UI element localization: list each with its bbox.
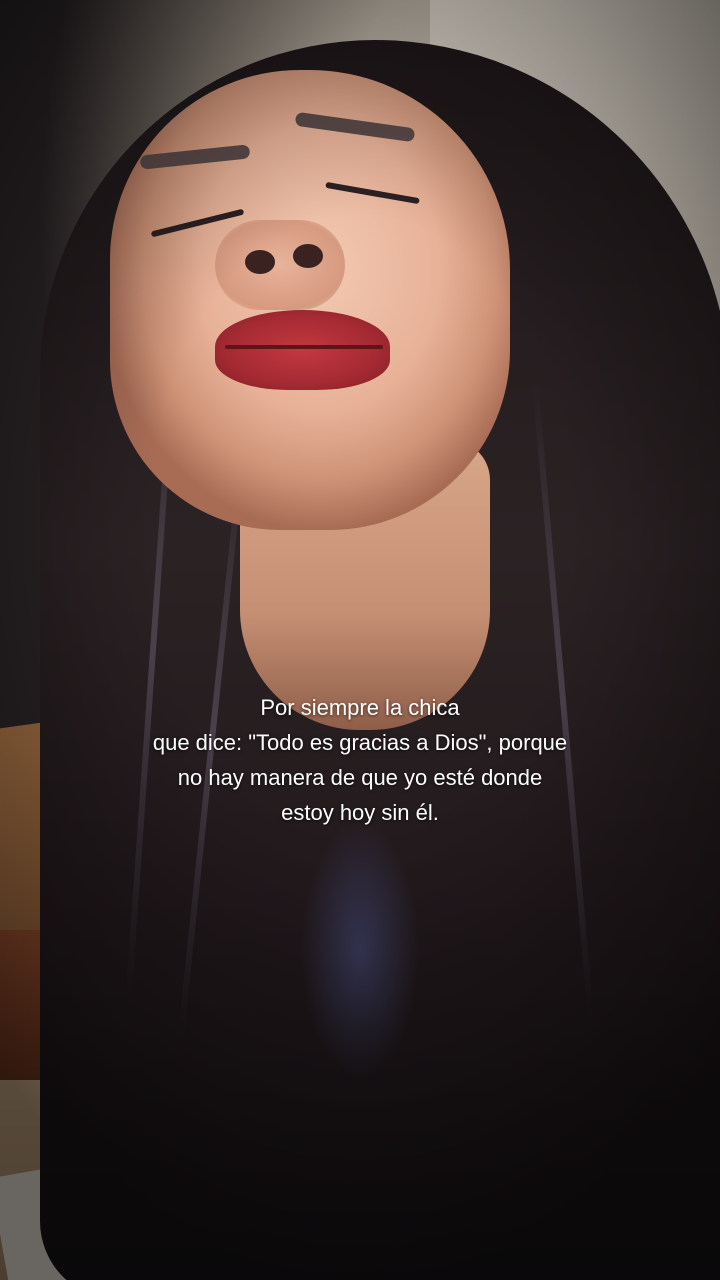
caption-line: estoy hoy sin él. [281,800,439,825]
vignette-overlay [0,0,720,1280]
caption-line: Por siempre la chica [260,695,460,720]
caption-line: que dice: "Todo es gracias a Dios", porq… [152,730,568,755]
caption-text: Por siempre la chica que dice: "Todo es … [60,690,660,830]
photo-scene: Por siempre la chica que dice: "Todo es … [0,0,720,1280]
caption-line: no hay manera de que yo esté donde [177,765,543,790]
